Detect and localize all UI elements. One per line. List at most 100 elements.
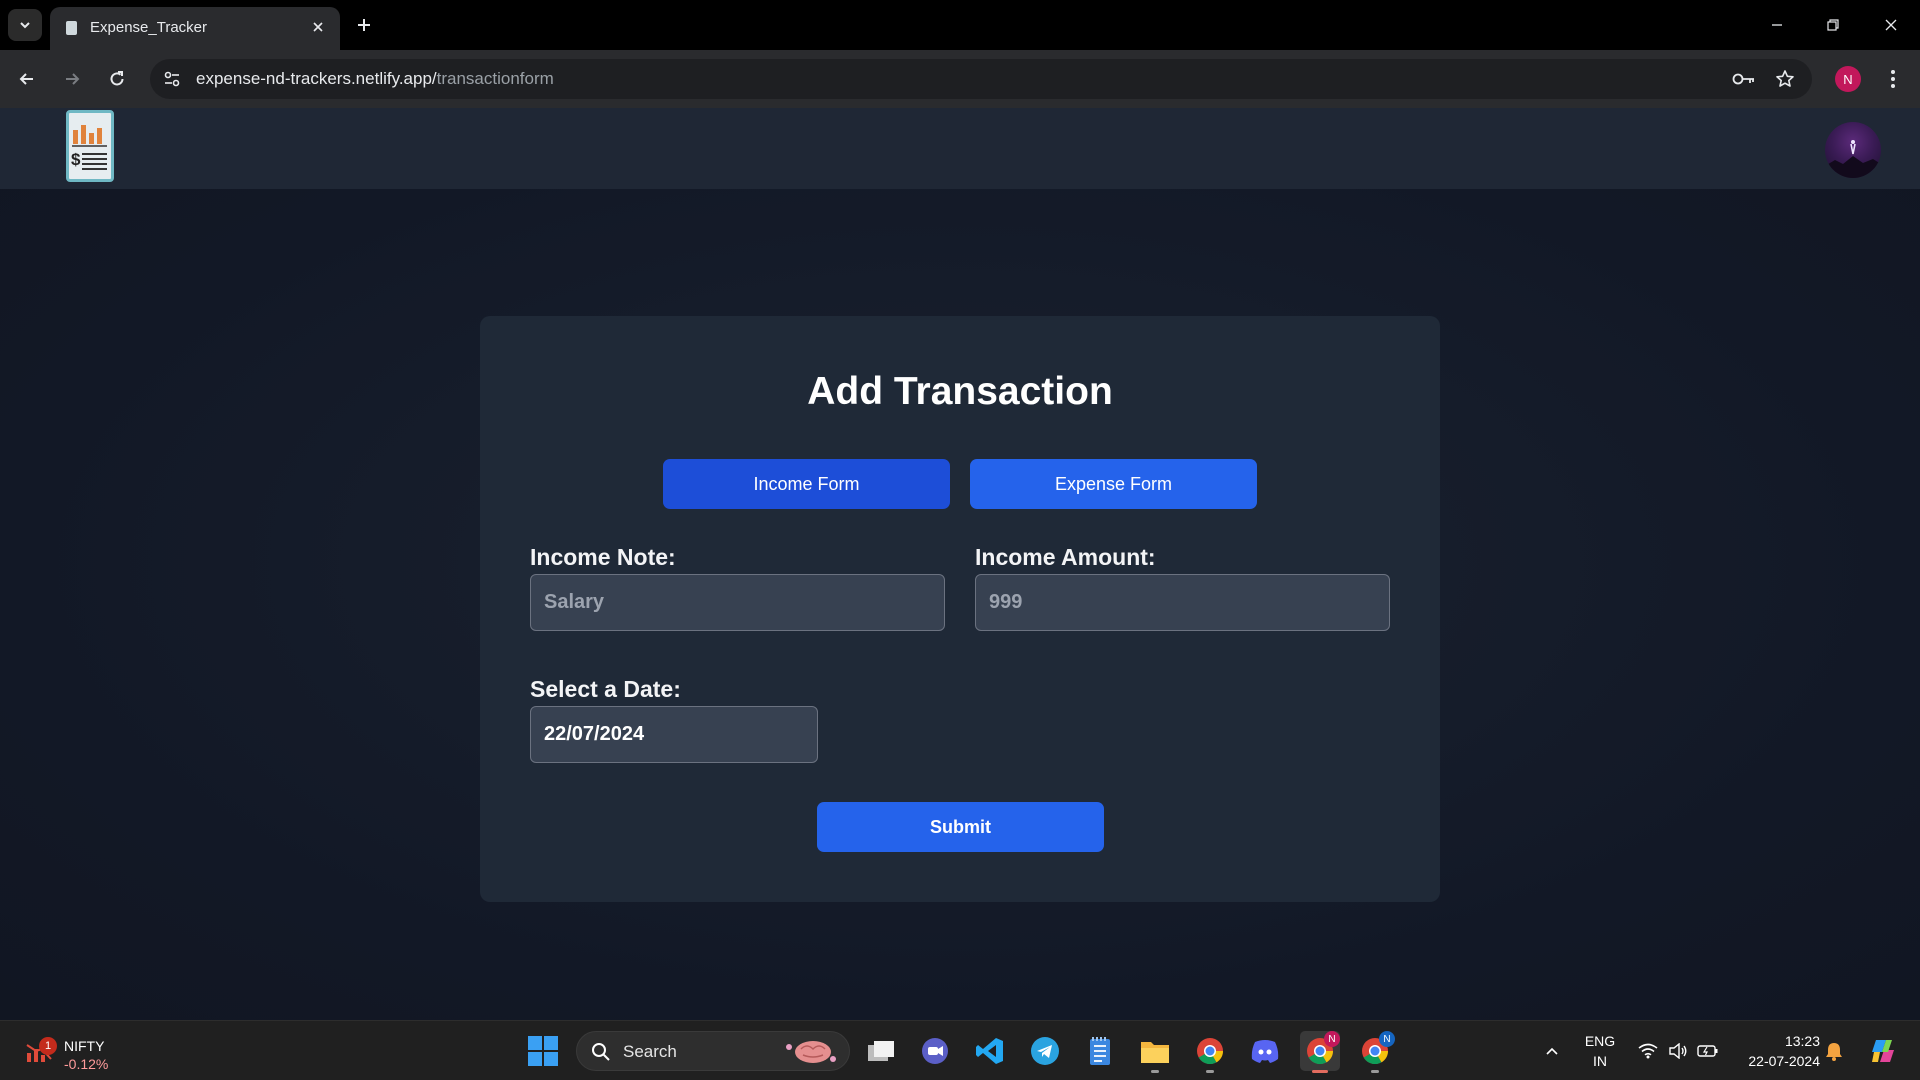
svg-text:$: $ [71,150,81,169]
discord-app[interactable] [1245,1031,1285,1071]
reload-button[interactable] [101,63,133,95]
notepad-icon [1090,1037,1110,1065]
task-view-icon [868,1041,894,1061]
system-clock[interactable]: 13:23 22-07-2024 [1730,1031,1820,1071]
income-form-button[interactable]: Income Form [663,459,950,509]
tab-search-button[interactable] [8,9,42,41]
address-bar[interactable]: expense-nd-trackers.netlify.app/transact… [150,59,1812,99]
copilot-icon [1872,1040,1894,1062]
plus-icon [358,19,370,31]
page-title: Add Transaction [807,370,1113,413]
browser-menu-button[interactable] [1880,63,1906,95]
discord-icon [1251,1040,1279,1063]
page-viewport: $ Add Transaction Income Form Expense Fo… [0,108,1920,1020]
active-indicator [1312,1070,1328,1073]
running-indicator [1151,1070,1159,1073]
user-avatar[interactable] [1825,122,1881,178]
brain-decoration-icon [786,1041,836,1063]
chrome-profile-app[interactable] [1190,1031,1230,1073]
show-hidden-icons-button[interactable] [1540,1021,1564,1080]
telegram-app[interactable] [1025,1031,1065,1071]
notification-count-badge: 1 [39,1037,57,1055]
vscode-icon [976,1038,1003,1064]
stock-widget[interactable]: 1 NIFTY -0.12% [20,1029,130,1073]
telegram-icon [1031,1037,1059,1065]
teams-meet-app[interactable] [915,1031,955,1071]
site-info-button[interactable] [160,67,184,91]
page-favicon-icon [66,21,77,35]
volume-status[interactable] [1666,1021,1690,1080]
wifi-status[interactable] [1636,1021,1660,1080]
arrow-right-icon [66,73,80,85]
clock-date: 22-07-2024 [1748,1053,1820,1069]
minimize-button[interactable] [1762,10,1792,40]
more-vertical-icon [1891,70,1895,88]
chevron-up-icon [1546,1047,1558,1055]
widget-ticker-change: -0.12% [64,1056,109,1072]
url-path: transactionform [436,69,554,88]
restore-button[interactable] [1818,10,1848,40]
close-icon [313,22,323,32]
url-host: expense-nd-trackers.netlify.app/ [196,69,437,88]
arrow-left-icon [19,73,33,85]
task-view-button[interactable] [861,1031,901,1071]
reload-icon [110,71,124,86]
running-indicator [1371,1070,1379,1073]
url-text[interactable]: expense-nd-trackers.netlify.app/transact… [196,69,554,89]
back-button[interactable] [11,63,43,95]
browser-toolbar: expense-nd-trackers.netlify.app/transact… [0,50,1920,108]
browser-tab[interactable]: Expense_Tracker [50,7,340,50]
profile-avatar-button[interactable]: N [1835,66,1861,92]
start-button[interactable] [528,1036,558,1066]
tab-title: Expense_Tracker [90,19,207,36]
bell-icon [1826,1043,1842,1061]
app-header: $ [0,108,1920,189]
clock-time: 13:23 [1784,1033,1820,1049]
tune-icon [164,71,180,87]
date-label: Select a Date: [530,676,681,702]
tab-close-button[interactable] [308,17,328,37]
folder-icon [1141,1042,1169,1063]
language-indicator[interactable]: ENG IN [1580,1031,1620,1071]
bookmark-star-button[interactable] [1773,67,1797,91]
taskbar-search[interactable]: Search [576,1031,850,1071]
chrome-second-profile-app[interactable]: N [1355,1031,1395,1073]
file-explorer-app[interactable] [1135,1031,1175,1073]
minimize-icon [1772,24,1782,26]
date-input[interactable] [530,706,818,763]
key-icon [1732,73,1754,85]
app-logo[interactable]: $ [66,110,114,182]
report-logo-icon: $ [71,125,107,170]
region-code: IN [1593,1053,1607,1069]
restore-icon [1827,19,1839,31]
notifications-button[interactable] [1822,1021,1846,1080]
browser-tab-strip: Expense_Tracker [0,0,1920,50]
income-note-input[interactable] [530,574,945,631]
search-icon [592,1043,610,1061]
running-indicator [1206,1070,1214,1073]
password-key-button[interactable] [1732,67,1756,91]
speaker-icon [1669,1043,1687,1059]
close-window-button[interactable] [1876,10,1906,40]
avatar-image [1825,140,1881,178]
income-amount-input[interactable] [975,574,1390,631]
new-tab-button[interactable] [350,11,378,39]
vscode-app[interactable] [970,1031,1010,1071]
copilot-button[interactable] [1866,1021,1900,1080]
income-amount-label: Income Amount: [975,544,1156,570]
submit-button[interactable]: Submit [817,802,1104,852]
chevron-down-icon [20,22,30,29]
add-transaction-card: Add Transaction Income Form Expense Form… [480,316,1440,902]
income-note-label: Income Note: [530,544,676,570]
taskbar: 1 NIFTY -0.12% Search N N ENG IN 13:23 2… [0,1020,1920,1080]
chrome-active-app[interactable]: N [1300,1031,1340,1073]
notepad-app[interactable] [1080,1031,1120,1071]
forward-button[interactable] [56,63,88,95]
language-code: ENG [1584,1033,1616,1049]
widget-ticker-name: NIFTY [64,1038,105,1054]
profile-badge: N [1379,1031,1395,1047]
windows-logo-icon [528,1036,542,1050]
expense-form-button[interactable]: Expense Form [970,459,1257,509]
close-icon [1885,19,1897,31]
battery-status[interactable] [1696,1021,1720,1080]
